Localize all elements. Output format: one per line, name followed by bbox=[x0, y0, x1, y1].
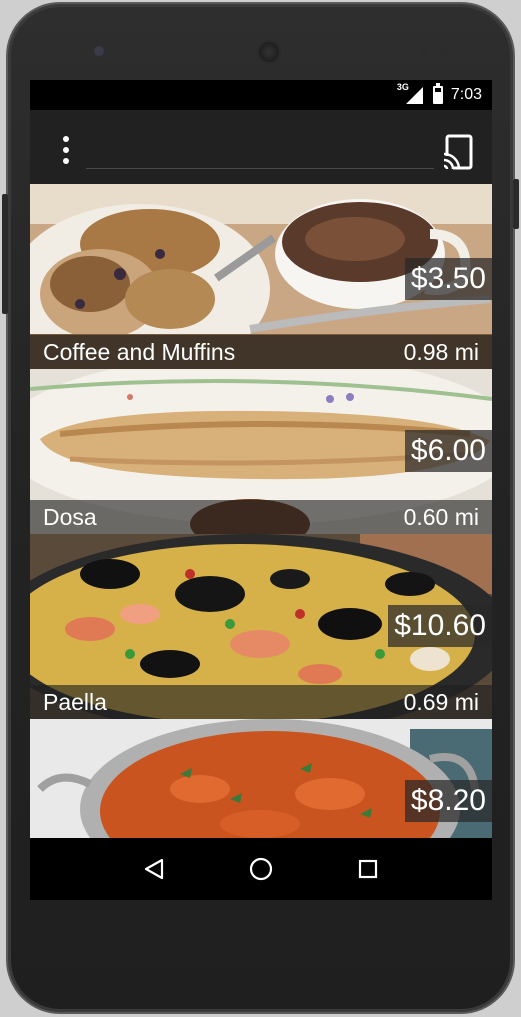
price-label: $3.50 bbox=[404, 258, 492, 300]
front-camera bbox=[94, 46, 104, 56]
cast-icon[interactable] bbox=[442, 132, 474, 172]
price-label: $10.60 bbox=[388, 605, 492, 647]
list-item[interactable]: $6.00 Dosa 0.60 mi bbox=[30, 369, 492, 534]
status-bar: 3G 7:03 bbox=[30, 80, 492, 110]
item-caption: Coffee and Muffins 0.98 mi bbox=[30, 335, 492, 369]
earpiece-speaker bbox=[257, 40, 281, 64]
overflow-menu-icon[interactable] bbox=[52, 132, 80, 172]
light-sensor bbox=[440, 48, 447, 55]
price-label: $6.00 bbox=[404, 430, 492, 472]
volume-button bbox=[2, 194, 8, 314]
price-label: $8.20 bbox=[404, 780, 492, 822]
recents-square-icon[interactable] bbox=[354, 855, 382, 883]
power-button bbox=[513, 179, 519, 229]
list-item[interactable]: $3.50 Coffee and Muffins 0.98 mi bbox=[30, 184, 492, 369]
navigation-bar bbox=[30, 838, 492, 900]
list-item[interactable]: $10.60 Paella 0.69 mi bbox=[30, 534, 492, 719]
item-distance: 0.69 mi bbox=[403, 688, 479, 715]
back-triangle-icon[interactable] bbox=[140, 855, 168, 883]
cell-signal-icon: 3G bbox=[397, 82, 425, 105]
item-distance: 0.60 mi bbox=[403, 503, 479, 530]
proximity-sensor bbox=[420, 48, 427, 55]
item-caption: Paella 0.69 mi bbox=[30, 685, 492, 719]
food-list[interactable]: $3.50 Coffee and Muffins 0.98 mi $6.00 D… bbox=[30, 184, 492, 838]
item-distance: 0.98 mi bbox=[403, 338, 479, 365]
app-screen: 3G 7:03 $3.50 Coffee and Muffins 0.98 mi… bbox=[30, 80, 492, 900]
item-name: Coffee and Muffins bbox=[43, 338, 236, 365]
item-name: Paella bbox=[43, 688, 107, 715]
status-time: 7:03 bbox=[450, 86, 482, 103]
battery-icon bbox=[432, 83, 443, 104]
home-circle-icon[interactable] bbox=[247, 855, 275, 883]
toolbar-divider bbox=[86, 168, 434, 169]
item-name: Dosa bbox=[43, 503, 97, 530]
action-bar bbox=[30, 110, 492, 184]
item-caption: Dosa 0.60 mi bbox=[30, 500, 492, 534]
list-item[interactable]: $8.20 bbox=[30, 719, 492, 838]
